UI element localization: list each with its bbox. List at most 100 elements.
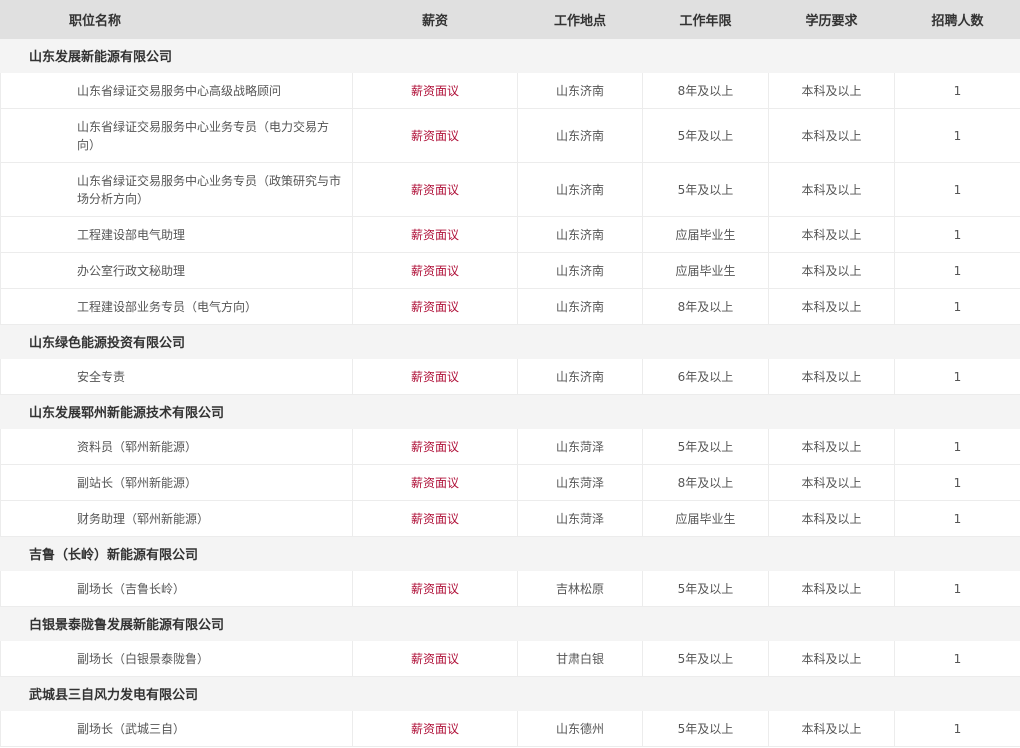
job-location: 山东德州: [517, 710, 643, 747]
job-education: 本科及以上: [768, 252, 895, 289]
job-education: 本科及以上: [768, 710, 895, 747]
job-listing-table: 职位名称 薪资 工作地点 工作年限 学历要求 招聘人数 山东发展新能源有限公司山…: [0, 0, 1020, 747]
job-years: 5年及以上: [642, 570, 769, 607]
header-job-title: 职位名称: [0, 0, 353, 39]
job-count: 1: [894, 162, 1020, 217]
job-row[interactable]: 副场长（武城三自） 薪资面议 山东德州 5年及以上 本科及以上 1: [0, 710, 1020, 747]
job-row[interactable]: 山东省绿证交易服务中心高级战略顾问 薪资面议 山东济南 8年及以上 本科及以上 1: [0, 72, 1020, 109]
company-group-row: 白银景泰陇鲁发展新能源有限公司: [0, 606, 1020, 641]
company-name: 山东绿色能源投资有限公司: [0, 324, 1020, 359]
job-years: 5年及以上: [642, 162, 769, 217]
job-row[interactable]: 山东省绿证交易服务中心业务专员（电力交易方向） 薪资面议 山东济南 5年及以上 本科及以…: [0, 108, 1020, 163]
job-title[interactable]: 副场长（白银景泰陇鲁）: [0, 640, 353, 677]
job-location: 山东菏泽: [517, 500, 643, 537]
job-title[interactable]: 山东省绿证交易服务中心业务专员（政策研究与市场分析方向）: [0, 162, 353, 217]
company-name: 山东发展郓州新能源技术有限公司: [0, 394, 1020, 429]
job-years: 8年及以上: [642, 288, 769, 325]
job-education: 本科及以上: [768, 288, 895, 325]
job-count: 1: [894, 358, 1020, 395]
job-years: 5年及以上: [642, 108, 769, 163]
job-title[interactable]: 山东省绿证交易服务中心业务专员（电力交易方向）: [0, 108, 353, 163]
job-count: 1: [894, 640, 1020, 677]
company-name: 山东发展新能源有限公司: [0, 38, 1020, 73]
job-years: 6年及以上: [642, 358, 769, 395]
job-years: 应届毕业生: [642, 500, 769, 537]
job-count: 1: [894, 464, 1020, 501]
job-years: 5年及以上: [642, 710, 769, 747]
job-row[interactable]: 副场长（吉鲁长岭） 薪资面议 吉林松原 5年及以上 本科及以上 1: [0, 570, 1020, 607]
job-title[interactable]: 山东省绿证交易服务中心高级战略顾问: [0, 72, 353, 109]
job-location: 甘肃白银: [517, 640, 643, 677]
job-location: 山东济南: [517, 162, 643, 217]
job-salary: 薪资面议: [352, 570, 518, 607]
job-row[interactable]: 山东省绿证交易服务中心业务专员（政策研究与市场分析方向） 薪资面议 山东济南 5年及以…: [0, 162, 1020, 217]
job-row[interactable]: 财务助理（郓州新能源） 薪资面议 山东菏泽 应届毕业生 本科及以上 1: [0, 500, 1020, 537]
job-education: 本科及以上: [768, 570, 895, 607]
header-education: 学历要求: [768, 0, 895, 39]
job-title[interactable]: 副场长（武城三自）: [0, 710, 353, 747]
job-salary: 薪资面议: [352, 216, 518, 253]
company-name: 吉鲁（长岭）新能源有限公司: [0, 536, 1020, 571]
job-years: 应届毕业生: [642, 252, 769, 289]
job-salary: 薪资面议: [352, 500, 518, 537]
header-years: 工作年限: [642, 0, 769, 39]
job-years: 应届毕业生: [642, 216, 769, 253]
job-salary: 薪资面议: [352, 464, 518, 501]
job-title[interactable]: 财务助理（郓州新能源）: [0, 500, 353, 537]
job-row[interactable]: 资料员（郓州新能源） 薪资面议 山东菏泽 5年及以上 本科及以上 1: [0, 428, 1020, 465]
header-count: 招聘人数: [894, 0, 1020, 39]
job-count: 1: [894, 428, 1020, 465]
job-row[interactable]: 办公室行政文秘助理 薪资面议 山东济南 应届毕业生 本科及以上 1: [0, 252, 1020, 289]
table-header: 职位名称 薪资 工作地点 工作年限 学历要求 招聘人数: [0, 0, 1020, 39]
job-location: 山东济南: [517, 288, 643, 325]
job-salary: 薪资面议: [352, 252, 518, 289]
job-salary: 薪资面议: [352, 428, 518, 465]
job-salary: 薪资面议: [352, 162, 518, 217]
job-title[interactable]: 副站长（郓州新能源）: [0, 464, 353, 501]
job-title[interactable]: 工程建设部电气助理: [0, 216, 353, 253]
job-years: 8年及以上: [642, 464, 769, 501]
job-row[interactable]: 工程建设部业务专员（电气方向） 薪资面议 山东济南 8年及以上 本科及以上 1: [0, 288, 1020, 325]
job-location: 吉林松原: [517, 570, 643, 607]
job-education: 本科及以上: [768, 464, 895, 501]
job-education: 本科及以上: [768, 358, 895, 395]
company-group-row: 山东绿色能源投资有限公司: [0, 324, 1020, 359]
job-years: 8年及以上: [642, 72, 769, 109]
job-count: 1: [894, 216, 1020, 253]
job-years: 5年及以上: [642, 640, 769, 677]
job-row[interactable]: 工程建设部电气助理 薪资面议 山东济南 应届毕业生 本科及以上 1: [0, 216, 1020, 253]
job-row[interactable]: 副场长（白银景泰陇鲁） 薪资面议 甘肃白银 5年及以上 本科及以上 1: [0, 640, 1020, 677]
job-title[interactable]: 资料员（郓州新能源）: [0, 428, 353, 465]
job-row[interactable]: 安全专责 薪资面议 山东济南 6年及以上 本科及以上 1: [0, 358, 1020, 395]
job-location: 山东菏泽: [517, 428, 643, 465]
job-count: 1: [894, 108, 1020, 163]
job-location: 山东济南: [517, 108, 643, 163]
job-years: 5年及以上: [642, 428, 769, 465]
table-body: 山东发展新能源有限公司 山东省绿证交易服务中心高级战略顾问 薪资面议 山东济南 8年及以…: [0, 38, 1020, 747]
job-title[interactable]: 工程建设部业务专员（电气方向）: [0, 288, 353, 325]
job-count: 1: [894, 72, 1020, 109]
job-title[interactable]: 安全专责: [0, 358, 353, 395]
job-salary: 薪资面议: [352, 288, 518, 325]
job-education: 本科及以上: [768, 162, 895, 217]
job-salary: 薪资面议: [352, 640, 518, 677]
job-location: 山东济南: [517, 72, 643, 109]
job-location: 山东济南: [517, 358, 643, 395]
job-location: 山东菏泽: [517, 464, 643, 501]
job-title[interactable]: 副场长（吉鲁长岭）: [0, 570, 353, 607]
job-row[interactable]: 副站长（郓州新能源） 薪资面议 山东菏泽 8年及以上 本科及以上 1: [0, 464, 1020, 501]
job-count: 1: [894, 570, 1020, 607]
header-row: 职位名称 薪资 工作地点 工作年限 学历要求 招聘人数: [0, 0, 1020, 39]
job-location: 山东济南: [517, 216, 643, 253]
job-education: 本科及以上: [768, 428, 895, 465]
job-education: 本科及以上: [768, 640, 895, 677]
job-salary: 薪资面议: [352, 358, 518, 395]
job-title[interactable]: 办公室行政文秘助理: [0, 252, 353, 289]
company-group-row: 山东发展新能源有限公司: [0, 38, 1020, 73]
company-group-row: 武城县三自风力发电有限公司: [0, 676, 1020, 711]
job-salary: 薪资面议: [352, 710, 518, 747]
job-location: 山东济南: [517, 252, 643, 289]
company-group-row: 吉鲁（长岭）新能源有限公司: [0, 536, 1020, 571]
job-education: 本科及以上: [768, 108, 895, 163]
job-education: 本科及以上: [768, 500, 895, 537]
